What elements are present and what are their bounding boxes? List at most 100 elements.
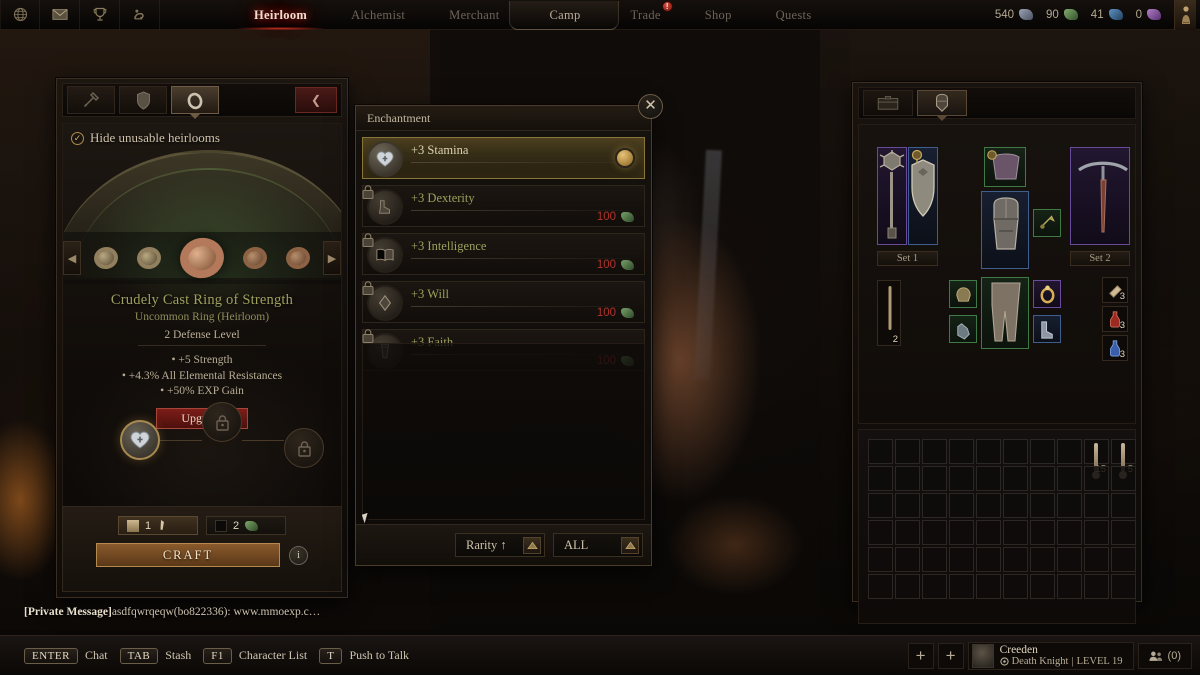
inventory-cell[interactable] bbox=[1003, 466, 1028, 491]
inventory-cell[interactable] bbox=[1030, 574, 1055, 599]
torch-slot[interactable]: 2 bbox=[877, 280, 901, 346]
carousel-item-amulet-2[interactable] bbox=[135, 244, 164, 272]
carousel-item-selected-ring[interactable] bbox=[176, 233, 228, 283]
character-info-box[interactable]: Creeden Death Knight | LEVEL 19 bbox=[967, 641, 1134, 670]
charm-slot[interactable] bbox=[1033, 209, 1061, 237]
inventory-cell[interactable] bbox=[868, 439, 893, 464]
tab-alchemist[interactable]: Alchemist bbox=[329, 0, 427, 30]
heirloom-tab-ring[interactable] bbox=[171, 86, 219, 114]
currency-silver[interactable]: 540 bbox=[995, 9, 1033, 21]
heirloom-tab-armor[interactable] bbox=[119, 86, 167, 114]
inventory-cell[interactable] bbox=[868, 493, 893, 518]
enchantment-row-dexterity[interactable]: +3 Dexterity 100 bbox=[362, 185, 645, 227]
inventory-cell[interactable] bbox=[922, 520, 947, 545]
inventory-cell[interactable] bbox=[895, 466, 920, 491]
inventory-cell[interactable] bbox=[922, 574, 947, 599]
inventory-cell[interactable] bbox=[1111, 520, 1136, 545]
inventory-cell[interactable] bbox=[1057, 574, 1082, 599]
inventory-cell[interactable] bbox=[949, 547, 974, 572]
world-icon[interactable] bbox=[0, 0, 40, 30]
hide-unusable-toggle[interactable]: ✓ Hide unusable heirlooms bbox=[71, 130, 220, 146]
chest-slot[interactable] bbox=[981, 191, 1029, 269]
inventory-cell[interactable] bbox=[895, 520, 920, 545]
shield-slot[interactable] bbox=[908, 147, 938, 245]
inventory-cell[interactable] bbox=[1030, 547, 1055, 572]
currency-green[interactable]: 90 bbox=[1046, 9, 1078, 21]
inventory-cell[interactable] bbox=[1111, 574, 1136, 599]
helmet-slot[interactable] bbox=[949, 280, 977, 308]
inventory-cell[interactable] bbox=[976, 493, 1001, 518]
inventory-cell[interactable] bbox=[868, 547, 893, 572]
inventory-cell[interactable] bbox=[1003, 493, 1028, 518]
enchantment-row-intelligence[interactable]: +3 Intelligence 100 bbox=[362, 233, 645, 275]
add-slot-button-2[interactable]: + bbox=[937, 642, 964, 669]
inventory-cell[interactable] bbox=[922, 547, 947, 572]
info-icon[interactable]: i bbox=[289, 545, 308, 565]
inventory-cell[interactable] bbox=[976, 466, 1001, 491]
gloves-slot[interactable] bbox=[949, 315, 977, 343]
inventory-cell[interactable] bbox=[1057, 520, 1082, 545]
craft-button[interactable]: CRAFT bbox=[96, 543, 280, 567]
inventory-cell[interactable] bbox=[868, 520, 893, 545]
inventory-cell[interactable] bbox=[1111, 547, 1136, 572]
inventory-cell[interactable] bbox=[922, 493, 947, 518]
equipment-tab[interactable] bbox=[917, 90, 967, 116]
currency-blue[interactable]: 41 bbox=[1091, 9, 1123, 21]
enchantment-row-will[interactable]: +3 Will 100 bbox=[362, 281, 645, 323]
inventory-cell[interactable] bbox=[1003, 439, 1028, 464]
bone-stack-a[interactable]: 15 bbox=[1084, 439, 1109, 479]
inventory-cell[interactable] bbox=[895, 574, 920, 599]
currency-purple[interactable]: 0 bbox=[1136, 9, 1161, 21]
set-2-label[interactable]: Set 2 bbox=[1070, 251, 1130, 266]
inventory-cell[interactable] bbox=[1084, 466, 1109, 491]
filter-dropdown[interactable]: ALL bbox=[553, 533, 643, 557]
player-avatar-icon[interactable] bbox=[1174, 0, 1196, 30]
inventory-cell[interactable] bbox=[1057, 466, 1082, 491]
keybind-character-list[interactable]: F1 Character List bbox=[203, 647, 307, 664]
inventory-cell[interactable] bbox=[976, 574, 1001, 599]
ring-slot[interactable] bbox=[1033, 280, 1061, 308]
enchantment-row-stamina[interactable]: +3 Stamina bbox=[362, 137, 645, 179]
inventory-cell[interactable] bbox=[1057, 547, 1082, 572]
inventory-cell[interactable] bbox=[1084, 520, 1109, 545]
carousel-next-icon[interactable]: ▶ bbox=[323, 241, 341, 275]
inventory-cell[interactable] bbox=[1111, 493, 1136, 518]
tab-quests[interactable]: Quests bbox=[754, 0, 834, 30]
heirloom-back-button[interactable]: ❮ bbox=[295, 87, 337, 113]
inventory-cell[interactable] bbox=[976, 439, 1001, 464]
add-slot-button-1[interactable]: + bbox=[907, 642, 934, 669]
node-stamina[interactable] bbox=[120, 420, 160, 460]
bandage-quickslot[interactable]: 3 bbox=[1102, 277, 1128, 303]
keybind-chat[interactable]: ENTER Chat bbox=[24, 647, 108, 664]
bone-stack-b[interactable]: 5 bbox=[1111, 439, 1136, 479]
legs-slot[interactable] bbox=[981, 277, 1029, 349]
inventory-cell[interactable] bbox=[895, 493, 920, 518]
inventory-cell[interactable] bbox=[922, 466, 947, 491]
trophy-icon[interactable] bbox=[80, 0, 120, 30]
inventory-cell[interactable] bbox=[949, 466, 974, 491]
boots-slot[interactable] bbox=[1033, 315, 1061, 343]
health-potion-quickslot[interactable]: 3 bbox=[1102, 306, 1128, 332]
inventory-cell[interactable] bbox=[976, 547, 1001, 572]
emote-icon[interactable] bbox=[120, 0, 160, 30]
inventory-cell[interactable] bbox=[868, 574, 893, 599]
mace-slot[interactable] bbox=[877, 147, 907, 245]
party-box[interactable]: (0) bbox=[1137, 642, 1192, 669]
inventory-cell[interactable] bbox=[949, 439, 974, 464]
inventory-cell[interactable] bbox=[1111, 466, 1136, 491]
carousel-item-amulet-1[interactable] bbox=[92, 244, 121, 272]
inventory-cell[interactable] bbox=[1084, 493, 1109, 518]
keybind-stash[interactable]: TAB Stash bbox=[119, 647, 191, 664]
inventory-cell[interactable] bbox=[1057, 439, 1082, 464]
pickaxe-slot[interactable] bbox=[1070, 147, 1130, 245]
chevron-up-icon[interactable] bbox=[621, 537, 639, 554]
inventory-cell[interactable] bbox=[895, 439, 920, 464]
inventory-cell[interactable] bbox=[868, 466, 893, 491]
inventory-cell[interactable] bbox=[1003, 520, 1028, 545]
inventory-cell[interactable] bbox=[1057, 493, 1082, 518]
set-1-label[interactable]: Set 1 bbox=[877, 251, 938, 266]
inventory-cell[interactable] bbox=[922, 439, 947, 464]
carousel-item-ring-4[interactable] bbox=[283, 244, 312, 272]
inventory-cell[interactable] bbox=[976, 520, 1001, 545]
stash-tab[interactable] bbox=[863, 90, 913, 116]
